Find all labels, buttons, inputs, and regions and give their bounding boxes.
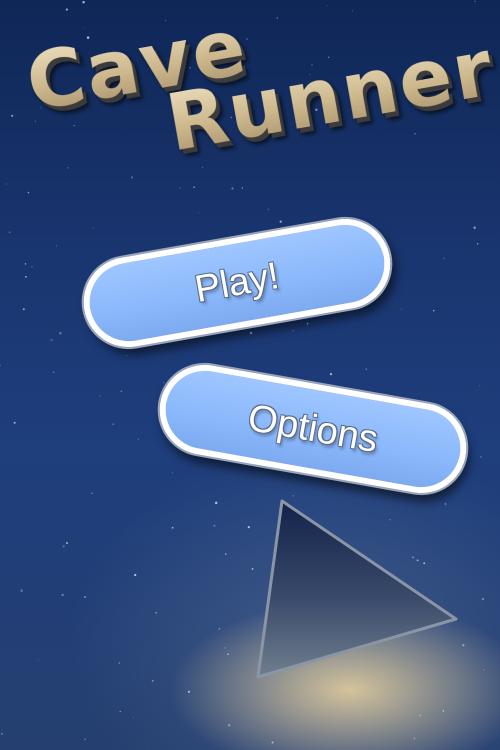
- star: [99, 395, 101, 397]
- play-button-label: Play!: [191, 254, 283, 311]
- star: [365, 368, 367, 370]
- star: [146, 748, 148, 750]
- star: [225, 553, 227, 555]
- star: [155, 611, 158, 614]
- star: [112, 423, 115, 426]
- star: [119, 710, 121, 713]
- star: [65, 8, 68, 11]
- star: [38, 660, 40, 662]
- star: [442, 710, 445, 712]
- star: [50, 339, 53, 342]
- star: [52, 371, 55, 374]
- star: [443, 257, 445, 260]
- star: [0, 364, 1, 367]
- star: [91, 492, 93, 494]
- game-title-screen: Cave Runner Play! Options: [0, 0, 500, 750]
- star: [414, 133, 416, 135]
- star: [82, 1, 85, 4]
- star: [13, 421, 16, 424]
- star: [279, 220, 282, 223]
- star: [171, 526, 174, 529]
- star: [473, 226, 476, 229]
- star: [326, 5, 328, 7]
- star: [84, 596, 86, 598]
- star: [55, 245, 57, 247]
- star: [130, 176, 134, 179]
- star: [419, 714, 421, 717]
- star: [413, 737, 416, 740]
- star: [61, 593, 64, 597]
- star: [163, 382, 165, 384]
- star: [432, 309, 435, 312]
- star: [479, 385, 481, 387]
- star: [126, 355, 128, 357]
- star: [132, 716, 134, 718]
- star: [474, 0, 476, 3]
- star: [480, 456, 482, 458]
- star: [172, 472, 173, 474]
- star: [476, 242, 479, 245]
- star: [483, 669, 485, 671]
- star: [84, 738, 86, 740]
- star: [246, 38, 248, 40]
- star: [24, 263, 27, 265]
- star: [198, 212, 200, 214]
- star: [481, 597, 485, 601]
- star: [73, 124, 75, 127]
- star: [271, 741, 274, 744]
- star: [62, 545, 65, 548]
- star: [8, 231, 11, 234]
- star: [59, 331, 62, 335]
- star: [231, 187, 234, 190]
- star: [263, 706, 265, 708]
- star: [224, 647, 226, 649]
- star: [292, 330, 294, 332]
- options-button-label: Options: [244, 396, 382, 461]
- star: [214, 501, 218, 505]
- star: [11, 114, 14, 117]
- star: [306, 322, 309, 325]
- star: [351, 10, 353, 12]
- star: [249, 331, 253, 335]
- star: [400, 308, 402, 310]
- star: [31, 266, 33, 268]
- play-triangle-icon: [256, 499, 458, 679]
- star: [187, 690, 190, 693]
- star: [66, 542, 68, 544]
- star: [20, 589, 23, 592]
- star: [233, 329, 236, 332]
- star: [201, 166, 204, 169]
- star: [134, 573, 137, 577]
- star: [193, 186, 195, 188]
- star: [25, 275, 27, 278]
- star: [67, 167, 69, 169]
- star: [137, 438, 139, 440]
- star: [329, 372, 333, 376]
- star: [276, 17, 278, 19]
- star: [151, 679, 154, 682]
- star: [118, 662, 121, 664]
- star: [218, 627, 221, 630]
- star: [241, 187, 244, 189]
- star: [6, 183, 8, 185]
- star: [267, 208, 270, 211]
- star: [22, 308, 25, 311]
- star: [179, 187, 181, 189]
- star: [227, 653, 230, 656]
- star: [27, 191, 30, 194]
- star: [92, 227, 94, 229]
- star: [120, 390, 123, 393]
- star: [0, 732, 3, 735]
- star: [228, 724, 231, 727]
- star: [213, 524, 216, 527]
